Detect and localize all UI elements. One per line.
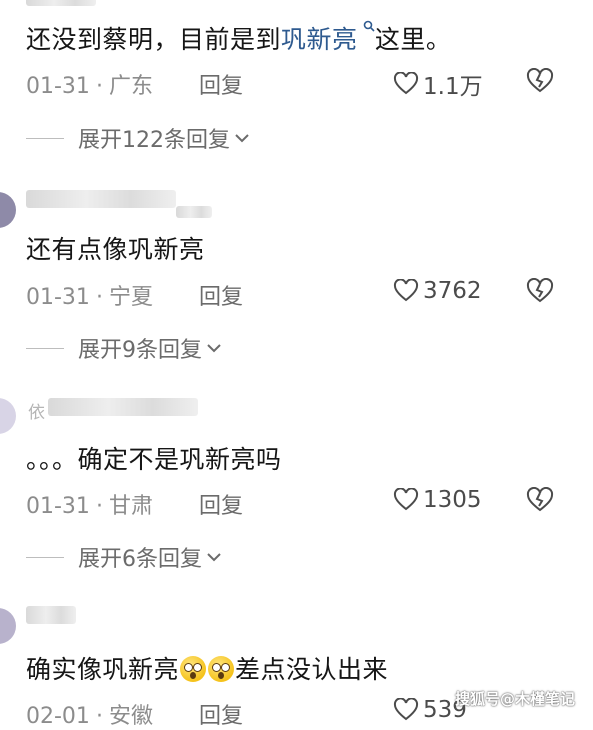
comment-date: 01-31 xyxy=(26,74,90,99)
comment-region: 甘肃 xyxy=(108,494,153,519)
heart-icon xyxy=(393,279,419,302)
comment-date: 01-31 xyxy=(26,285,90,310)
divider-line xyxy=(26,347,64,349)
comment-text: 还没到蔡明，目前是到巩新亮 这里。 xyxy=(26,20,451,56)
username-blurred xyxy=(48,398,198,416)
username-blurred xyxy=(26,606,76,624)
heart-icon xyxy=(393,698,419,721)
heart-icon xyxy=(393,72,419,95)
expand-replies-label: 展开6条回复 xyxy=(78,547,202,572)
like-count: 1.1万 xyxy=(423,74,483,100)
reply-button[interactable]: 回复 xyxy=(199,698,243,730)
divider-line xyxy=(26,556,64,558)
dislike-button[interactable] xyxy=(526,67,554,98)
username-initial: 依 xyxy=(28,403,45,423)
shocked-emoji-icon xyxy=(208,656,235,682)
avatar[interactable] xyxy=(0,608,16,644)
search-link-label: 巩新亮 xyxy=(281,25,358,54)
reply-button[interactable]: 回复 xyxy=(199,279,243,311)
comment-meta: 01-31 · 宁夏 xyxy=(26,285,153,310)
comment-region: 广东 xyxy=(108,74,153,99)
avatar[interactable] xyxy=(0,192,16,228)
dislike-button[interactable] xyxy=(526,486,554,517)
comment-meta: 02-01 · 安徽 xyxy=(26,704,153,729)
comment-date: 01-31 xyxy=(26,494,90,519)
comment-meta: 01-31 · 甘肃 xyxy=(26,494,153,519)
comment-text: 。。。确定不是巩新亮吗 xyxy=(26,445,282,474)
reply-button[interactable]: 回复 xyxy=(199,68,243,100)
like-button[interactable]: 1305 xyxy=(393,487,482,513)
watermark: 搜狐号@木槿笔记 xyxy=(455,690,576,708)
chevron-down-icon xyxy=(207,344,221,353)
like-button[interactable]: 3762 xyxy=(393,278,482,304)
like-count: 3762 xyxy=(423,278,482,304)
heart-icon xyxy=(393,488,419,511)
comment-text: 确实像巩新亮 差点没认出来 xyxy=(26,650,388,686)
shocked-emoji-icon xyxy=(180,656,207,682)
comment-text-part: 确实像巩新亮 xyxy=(26,655,180,684)
dislike-button[interactable] xyxy=(526,277,554,308)
comment-meta: 01-31 · 广东 xyxy=(26,74,153,99)
like-count: 1305 xyxy=(423,487,482,513)
comment-text-part: 还没到蔡明，目前是到 xyxy=(26,25,282,54)
reply-button[interactable]: 回复 xyxy=(199,488,243,520)
search-link[interactable]: 巩新亮 xyxy=(281,20,375,54)
comment-text-part: 差点没认出来 xyxy=(235,655,389,684)
avatar[interactable] xyxy=(0,398,16,434)
broken-heart-icon xyxy=(526,67,554,93)
broken-heart-icon xyxy=(526,277,554,303)
chevron-down-icon xyxy=(207,553,221,562)
expand-replies-button[interactable]: 展开6条回复 xyxy=(26,541,222,573)
search-icon xyxy=(358,18,375,36)
username-blurred xyxy=(26,0,96,6)
comment-text-part: 这里。 xyxy=(374,25,452,54)
like-button[interactable]: 1.1万 xyxy=(393,67,483,101)
divider-line xyxy=(26,137,64,139)
expand-replies-button[interactable]: 展开9条回复 xyxy=(26,332,222,364)
broken-heart-icon xyxy=(526,486,554,512)
expand-replies-label: 展开122条回复 xyxy=(78,128,230,153)
username-blurred xyxy=(26,190,176,208)
username-blurred xyxy=(176,206,212,218)
comment-text: 还有点像巩新亮 xyxy=(26,235,205,264)
expand-replies-label: 展开9条回复 xyxy=(78,338,202,363)
chevron-down-icon xyxy=(235,134,249,143)
expand-replies-button[interactable]: 展开122条回复 xyxy=(26,122,250,154)
comment-region: 宁夏 xyxy=(108,285,153,310)
